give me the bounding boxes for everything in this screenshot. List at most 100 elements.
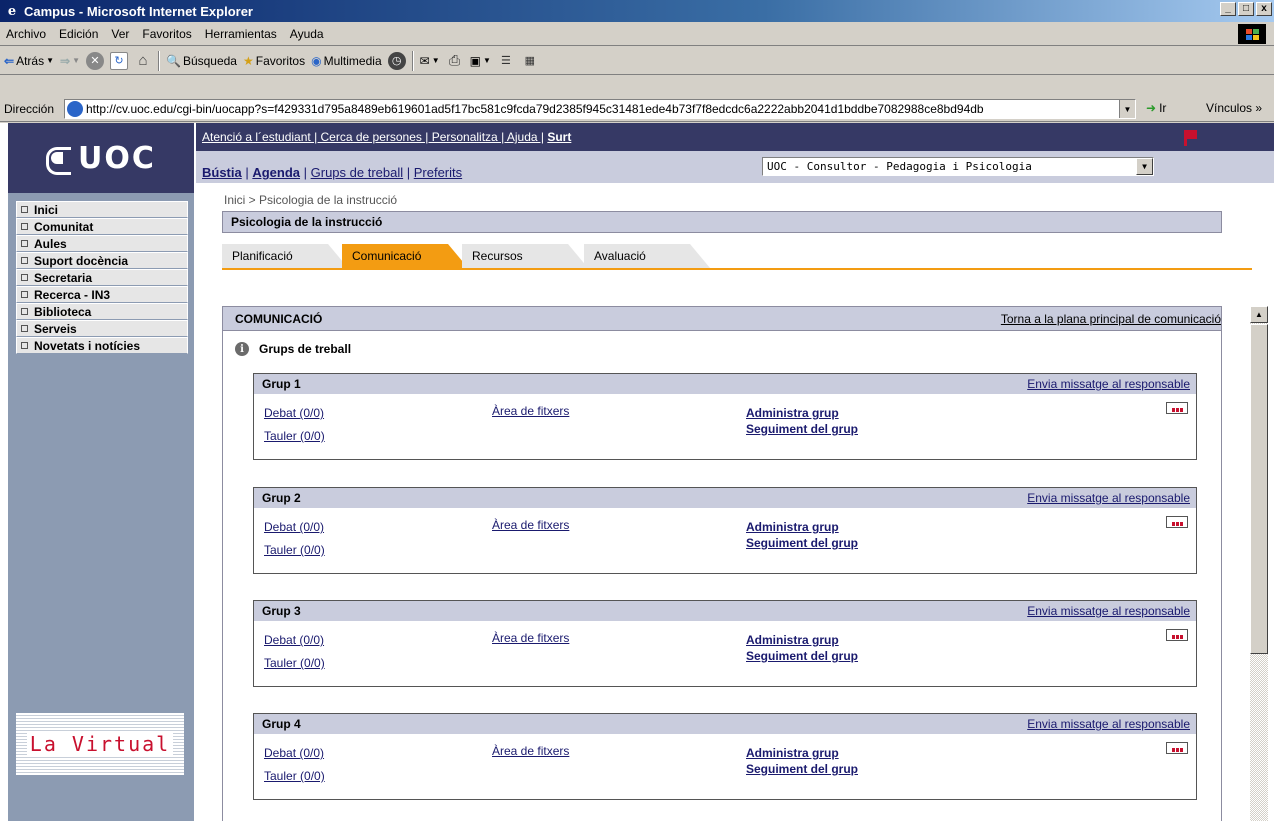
- sidebar-item-inici[interactable]: Inici: [16, 201, 188, 218]
- back-button[interactable]: ⇐ Atrás ▼: [4, 54, 54, 68]
- sidebar-item-comunitat[interactable]: Comunitat: [16, 218, 188, 235]
- address-input[interactable]: http://cv.uoc.edu/cgi-bin/uocapp?s=f4293…: [64, 99, 1136, 119]
- send-message-link[interactable]: Envia missatge al responsable: [1027, 717, 1190, 731]
- links-button[interactable]: Vínculos »: [1206, 101, 1262, 115]
- flag-icon[interactable]: [1184, 130, 1198, 146]
- chevron-down-icon[interactable]: ▼: [1136, 158, 1153, 175]
- uoc-logo[interactable]: UOC: [8, 123, 194, 193]
- consultor-select[interactable]: UOC - Consultor - Pedagogia i Psicologia…: [762, 157, 1154, 176]
- menu-herramientas[interactable]: Herramientas: [205, 27, 277, 41]
- send-message-link[interactable]: Envia missatge al responsable: [1027, 604, 1190, 618]
- tab-comunicacio[interactable]: Comunicació: [342, 244, 468, 268]
- forward-button[interactable]: ⇒ ▼: [60, 54, 80, 68]
- tab-avaluacio[interactable]: Avaluació: [584, 244, 710, 268]
- print-icon[interactable]: ⎙: [446, 52, 464, 70]
- comunicacio-panel: COMUNICACIÓ Torna a la plana principal d…: [222, 306, 1222, 821]
- seguiment-grup-link[interactable]: Seguiment del grup: [746, 762, 858, 776]
- info-icon: i: [235, 342, 249, 356]
- group-members-icon[interactable]: [1166, 516, 1188, 528]
- mail-button[interactable]: ✉ ▼: [420, 54, 440, 68]
- surt-link[interactable]: Surt: [547, 130, 571, 144]
- history-icon[interactable]: ◷: [387, 51, 406, 70]
- discuss-icon[interactable]: ☰: [497, 52, 515, 70]
- menu-edicion[interactable]: Edición: [59, 27, 98, 41]
- favorites-button[interactable]: ★ Favoritos: [243, 54, 305, 68]
- seguiment-grup-link[interactable]: Seguiment del grup: [746, 536, 858, 550]
- sidebar-item-label: Inici: [34, 202, 59, 217]
- debat-link[interactable]: Debat (0/0): [264, 520, 324, 534]
- menu-favoritos[interactable]: Favoritos: [142, 27, 191, 41]
- group-members-icon[interactable]: [1166, 742, 1188, 754]
- edit-button[interactable]: ▣ ▼: [470, 54, 491, 68]
- search-button[interactable]: 🔍 Búsqueda: [166, 54, 237, 68]
- debat-link[interactable]: Debat (0/0): [264, 633, 324, 647]
- scroll-thumb[interactable]: [1250, 324, 1268, 654]
- tab-planificacio[interactable]: Planificació: [222, 244, 348, 268]
- grups-link[interactable]: Grups de treball: [311, 165, 404, 180]
- page-content: UOC Inici Comunitat Aules Suport docènci…: [0, 123, 1274, 821]
- group-card: Grup 1 Envia missatge al responsable Deb…: [253, 373, 1197, 460]
- group-name: Grup 2: [262, 491, 301, 505]
- toolbar-separator: [157, 50, 160, 71]
- seguiment-grup-link[interactable]: Seguiment del grup: [746, 649, 858, 663]
- agenda-link[interactable]: Agenda: [252, 165, 300, 180]
- menu-ayuda[interactable]: Ayuda: [290, 27, 324, 41]
- vertical-scrollbar[interactable]: ▲: [1250, 306, 1268, 821]
- sidebar-item-label: Comunitat: [34, 219, 94, 234]
- administra-grup-link[interactable]: Administra grup: [746, 520, 839, 534]
- sidebar-item-biblioteca[interactable]: Biblioteca: [16, 303, 188, 320]
- back-to-comunicacio-link[interactable]: Torna a la plana principal de comunicaci…: [1001, 312, 1221, 326]
- debat-link[interactable]: Debat (0/0): [264, 746, 324, 760]
- sidebar-item-secretaria[interactable]: Secretaria: [16, 269, 188, 286]
- area-fitxers-link[interactable]: Àrea de fitxers: [492, 631, 569, 645]
- menu-archivo[interactable]: Archivo: [6, 27, 46, 41]
- search-label: Búsqueda: [182, 53, 237, 68]
- bustia-link[interactable]: Bústia: [202, 165, 242, 180]
- sidebar-item-aules[interactable]: Aules: [16, 235, 188, 252]
- multimedia-button[interactable]: ◉ Multimedia: [311, 54, 382, 68]
- group-members-icon[interactable]: [1166, 402, 1188, 414]
- area-fitxers-link[interactable]: Àrea de fitxers: [492, 744, 569, 758]
- menu-ver[interactable]: Ver: [111, 27, 129, 41]
- close-button[interactable]: x: [1256, 2, 1272, 16]
- refresh-icon[interactable]: ↻: [109, 51, 128, 70]
- la-virtual-logo[interactable]: La Virtual: [16, 713, 184, 775]
- tab-recursos[interactable]: Recursos: [462, 244, 588, 268]
- search-icon: 🔍: [165, 53, 181, 68]
- maximize-button[interactable]: □: [1238, 2, 1254, 16]
- minimize-button[interactable]: _: [1220, 2, 1236, 16]
- home-icon[interactable]: ⌂: [134, 52, 152, 70]
- administra-grup-link[interactable]: Administra grup: [746, 633, 839, 647]
- messenger-icon[interactable]: ▦: [521, 52, 539, 70]
- go-button[interactable]: ➜ Ir: [1146, 101, 1166, 115]
- administra-grup-link[interactable]: Administra grup: [746, 406, 839, 420]
- sidebar-item-serveis[interactable]: Serveis: [16, 320, 188, 337]
- tauler-link[interactable]: Tauler (0/0): [264, 543, 325, 557]
- stop-icon[interactable]: ✕: [85, 51, 104, 70]
- tauler-link[interactable]: Tauler (0/0): [264, 769, 325, 783]
- tauler-link[interactable]: Tauler (0/0): [264, 656, 325, 670]
- browser-toolbar: ⇐ Atrás ▼ ⇒ ▼ ✕ ↻ ⌂ 🔍 Búsqueda ★ Favorit…: [0, 47, 1274, 75]
- tauler-link[interactable]: Tauler (0/0): [264, 429, 325, 443]
- administra-grup-link[interactable]: Administra grup: [746, 746, 839, 760]
- sidebar-item-novetats[interactable]: Novetats i notícies: [16, 337, 188, 354]
- group-members-icon[interactable]: [1166, 629, 1188, 641]
- preferits-link[interactable]: Preferits: [414, 165, 462, 180]
- back-label: Atrás: [16, 53, 45, 68]
- group-body: Debat (0/0) Tauler (0/0) Àrea de fitxers…: [254, 621, 1196, 686]
- sidebar-item-suport-docencia[interactable]: Suport docència: [16, 252, 188, 269]
- top-links-text[interactable]: Atenció a l´estudiant | Cerca de persone…: [202, 130, 544, 144]
- page-icon: [67, 101, 83, 117]
- window-controls: _ □ x: [1220, 2, 1272, 16]
- windows-logo-icon: [1238, 24, 1266, 44]
- area-fitxers-link[interactable]: Àrea de fitxers: [492, 518, 569, 532]
- sidebar-item-recerca[interactable]: Recerca - IN3: [16, 286, 188, 303]
- send-message-link[interactable]: Envia missatge al responsable: [1027, 377, 1190, 391]
- address-dropdown-icon[interactable]: ▼: [1119, 100, 1135, 118]
- top-links: Atenció a l´estudiant | Cerca de persone…: [202, 130, 571, 144]
- seguiment-grup-link[interactable]: Seguiment del grup: [746, 422, 858, 436]
- send-message-link[interactable]: Envia missatge al responsable: [1027, 491, 1190, 505]
- scroll-up-arrow-icon[interactable]: ▲: [1250, 306, 1268, 323]
- area-fitxers-link[interactable]: Àrea de fitxers: [492, 404, 569, 418]
- debat-link[interactable]: Debat (0/0): [264, 406, 324, 420]
